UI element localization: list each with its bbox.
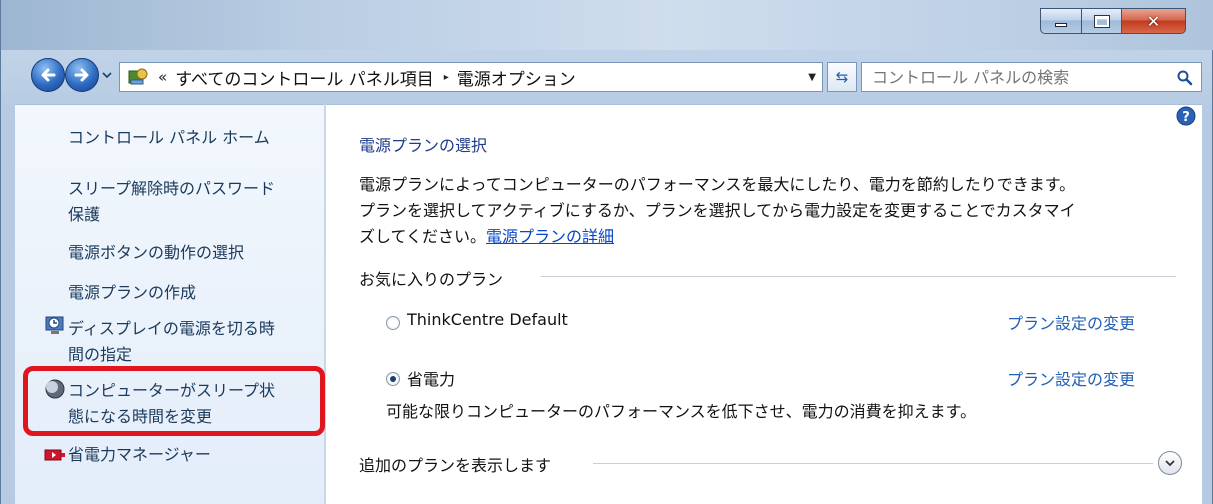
recent-pages-dropdown-icon[interactable] bbox=[101, 68, 113, 82]
refresh-icon: ⇆ bbox=[835, 68, 849, 86]
sidebar-item-create-plan[interactable]: 電源プランの作成 bbox=[68, 280, 318, 306]
title-bar[interactable]: ✕ bbox=[1, 0, 1213, 50]
breadcrumb-power-options[interactable]: 電源オプション bbox=[457, 65, 576, 90]
page-title: 電源プランの選択 bbox=[359, 136, 488, 155]
window-frame: ✕ « すべてのコントロール パネル項目 ▸ 電源オプション ▼ ⇆ コントロー… bbox=[0, 0, 1213, 504]
plan-radio-thinkcentre[interactable] bbox=[386, 316, 400, 330]
display-clock-icon bbox=[45, 316, 64, 334]
breadcrumb-all-items[interactable]: すべてのコントロール パネル項目 bbox=[175, 65, 434, 90]
caption-buttons: ✕ bbox=[1040, 8, 1186, 34]
address-dropdown-icon[interactable]: ▼ bbox=[808, 72, 816, 83]
close-button[interactable]: ✕ bbox=[1122, 8, 1186, 34]
plan-name[interactable]: 省電力 bbox=[407, 366, 455, 390]
page-description: 電源プランによってコンピューターのパフォーマンスを最大にしたり、電力を節約したり… bbox=[359, 172, 1179, 250]
maximize-button[interactable] bbox=[1082, 8, 1122, 34]
maximize-icon bbox=[1093, 14, 1110, 28]
minimize-button[interactable] bbox=[1040, 8, 1082, 34]
description-line: プランを選択してアクティブにするか、プランを選択してから電力設定を変更することで… bbox=[359, 201, 1076, 220]
sidebar-item-power-button-action[interactable]: 電源ボタンの動作の選択 bbox=[68, 240, 318, 266]
expand-more-plans-button[interactable] bbox=[1158, 451, 1182, 475]
chevron-down-icon bbox=[1165, 460, 1175, 467]
sidebar-item-display-off-time[interactable]: ディスプレイの電源を切る時 間の指定 bbox=[68, 316, 318, 368]
change-plan-settings-link[interactable]: プラン設定の変更 bbox=[1007, 366, 1135, 390]
show-more-plans-label[interactable]: 追加のプランを表示します bbox=[359, 452, 551, 476]
sidebar-item-label: 電源ボタンの動作の選択 bbox=[68, 243, 245, 262]
description-text: ズしてください。 bbox=[359, 227, 487, 246]
power-plan-details-link[interactable]: 電源プランの詳細 bbox=[486, 227, 614, 246]
description-line: ズしてください。電源プランの詳細 bbox=[359, 224, 1179, 250]
sidebar-item-label: 保護 bbox=[68, 205, 101, 224]
sidebar-item-label: 省電力マネージャー bbox=[68, 445, 211, 464]
search-input[interactable] bbox=[872, 67, 1152, 87]
address-bar[interactable]: « すべてのコントロール パネル項目 ▸ 電源オプション ▼ bbox=[119, 62, 823, 92]
close-icon: ✕ bbox=[1146, 11, 1161, 31]
overflow-chevron[interactable]: « bbox=[158, 68, 167, 86]
sidebar-item-wake-password[interactable]: スリープ解除時のパスワード 保護 bbox=[68, 176, 318, 228]
forward-arrow-icon bbox=[74, 68, 89, 82]
favorites-divider bbox=[541, 276, 1176, 277]
sidebar-item-label: 電源プランの作成 bbox=[68, 283, 197, 302]
minimize-icon bbox=[1055, 23, 1067, 27]
breadcrumb-separator-icon[interactable]: ▸ bbox=[444, 72, 449, 83]
help-icon[interactable]: ? bbox=[1176, 106, 1196, 126]
back-arrow-icon bbox=[41, 68, 56, 82]
battery-manager-icon bbox=[44, 449, 65, 461]
more-plans-divider bbox=[593, 463, 1153, 464]
sidebar-item-label: 間の指定 bbox=[68, 345, 133, 364]
control-panel-icon bbox=[128, 68, 148, 85]
sidebar-item-label: ディスプレイの電源を切る時 bbox=[68, 319, 275, 338]
refresh-button[interactable]: ⇆ bbox=[827, 62, 857, 92]
favorites-section-title: お気に入りのプラン bbox=[359, 270, 504, 289]
description-line: 電源プランによってコンピューターのパフォーマンスを最大にしたり、電力を節約したり… bbox=[359, 175, 1076, 194]
search-box[interactable] bbox=[861, 62, 1202, 92]
change-plan-settings-link[interactable]: プラン設定の変更 bbox=[1007, 310, 1135, 334]
highlight-annotation bbox=[23, 366, 325, 436]
svg-text:?: ? bbox=[1182, 110, 1190, 125]
main-pane bbox=[326, 104, 1202, 504]
forward-button[interactable] bbox=[65, 58, 99, 92]
plan-name[interactable]: ThinkCentre Default bbox=[407, 310, 568, 329]
sidebar-item-control-panel-home[interactable]: コントロール パネル ホーム bbox=[68, 125, 318, 151]
sidebar-item-power-manager[interactable]: 省電力マネージャー bbox=[68, 442, 318, 468]
plan-description: 可能な限りコンピューターのパフォーマンスを低下させ、電力の消費を抑えます。 bbox=[386, 402, 977, 421]
plan-radio-power-saver[interactable] bbox=[386, 372, 400, 386]
search-icon[interactable] bbox=[1176, 69, 1193, 86]
back-button[interactable] bbox=[31, 58, 65, 92]
sidebar-item-label: コントロール パネル ホーム bbox=[68, 128, 270, 147]
sidebar-item-label: スリープ解除時のパスワード bbox=[68, 179, 276, 198]
